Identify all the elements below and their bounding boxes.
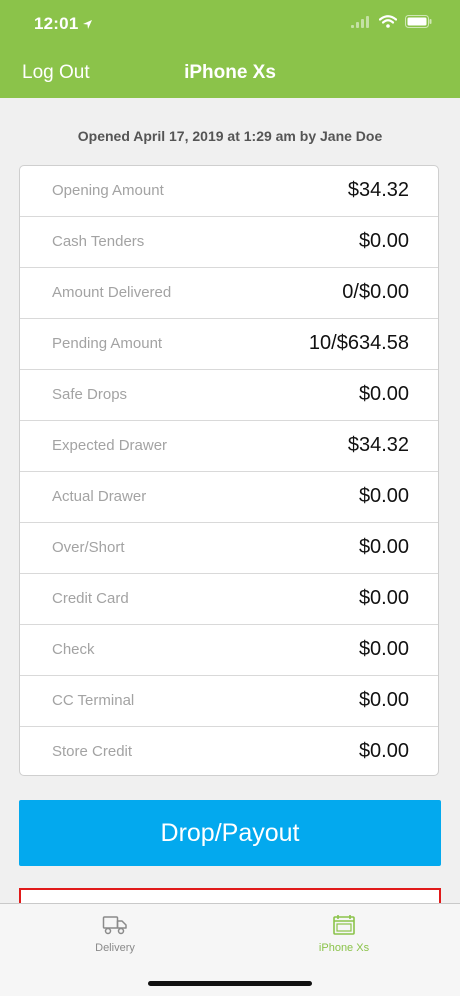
- row-label: Pending Amount: [52, 335, 163, 352]
- row-value: $34.32: [347, 179, 409, 201]
- register-icon: [332, 914, 356, 938]
- row-label: Safe Drops: [52, 386, 128, 403]
- row-label: Over/Short: [52, 539, 125, 556]
- row-label: Expected Drawer: [52, 437, 168, 454]
- location-arrow-icon: [82, 17, 93, 35]
- wifi-icon: [378, 15, 398, 33]
- row-value: $0.00: [358, 536, 409, 558]
- row-value: $0.00: [358, 485, 409, 507]
- battery-icon: [405, 15, 432, 33]
- row-value: $0.00: [358, 689, 409, 711]
- row-value: 10/$634.58: [308, 332, 409, 354]
- row-value: $0.00: [358, 740, 409, 762]
- row-value: 0/$0.00: [342, 281, 409, 303]
- row-label: Amount Delivered: [52, 284, 172, 301]
- row-label: CC Terminal: [52, 692, 135, 709]
- table-row: Credit Card $0.00: [20, 574, 438, 625]
- table-row: Opening Amount $34.32: [20, 166, 438, 217]
- table-row: Amount Delivered 0/$0.00: [20, 268, 438, 319]
- tab-label: iPhone Xs: [318, 942, 370, 954]
- drop-payout-button[interactable]: Drop/Payout: [19, 800, 441, 866]
- row-value: $0.00: [358, 587, 409, 609]
- cellular-signal-icon: [351, 15, 371, 33]
- row-value: $34.32: [347, 434, 409, 456]
- table-row: Actual Drawer $0.00: [20, 472, 438, 523]
- row-label: Opening Amount: [52, 182, 164, 199]
- table-row: Expected Drawer $34.32: [20, 421, 438, 472]
- status-icons: [351, 15, 432, 33]
- page-title: iPhone Xs: [184, 62, 276, 83]
- table-row: Safe Drops $0.00: [20, 370, 438, 421]
- home-indicator: [148, 981, 312, 986]
- table-row: CC Terminal $0.00: [20, 676, 438, 727]
- row-label: Cash Tenders: [52, 233, 145, 250]
- row-label: Check: [52, 641, 95, 658]
- drawer-summary-table: Opening Amount $34.32 Cash Tenders $0.00…: [19, 165, 439, 776]
- tab-iphone-xs[interactable]: iPhone Xs: [284, 914, 404, 954]
- truck-icon: [102, 914, 128, 938]
- row-label: Store Credit: [52, 743, 133, 760]
- row-value: $0.00: [358, 230, 409, 252]
- row-label: Actual Drawer: [52, 488, 147, 505]
- row-value: $0.00: [358, 638, 409, 660]
- table-row: Check $0.00: [20, 625, 438, 676]
- tab-label: Delivery: [95, 942, 135, 954]
- table-row: Pending Amount 10/$634.58: [20, 319, 438, 370]
- top-bar: 12:01 Log Out iPhone Xs: [0, 0, 460, 98]
- status-time: 12:01: [34, 14, 79, 33]
- tab-delivery[interactable]: Delivery: [55, 914, 175, 954]
- row-label: Credit Card: [52, 590, 129, 607]
- table-row: Cash Tenders $0.00: [20, 217, 438, 268]
- opened-info: Opened April 17, 2019 at 1:29 am by Jane…: [77, 128, 383, 144]
- table-row: Store Credit $0.00: [20, 727, 438, 778]
- table-row: Over/Short $0.00: [20, 523, 438, 574]
- row-value: $0.00: [358, 383, 409, 405]
